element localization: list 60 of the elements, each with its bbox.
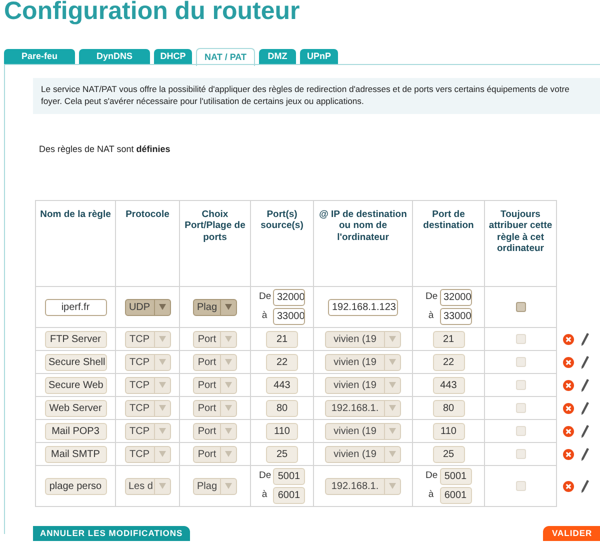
- column-header: Port(s) source(s): [260, 209, 304, 232]
- field-label: à: [427, 309, 435, 324]
- column-header: Toujours attribuer cette règle à cet ordinateur: [488, 209, 552, 254]
- field-label: à: [260, 488, 268, 502]
- caret-icon[interactable]: [225, 359, 232, 365]
- caret-icon[interactable]: [158, 336, 166, 342]
- field-label: De: [259, 469, 270, 484]
- field-label: à: [427, 488, 435, 502]
- status-text: Des règles de NAT sont définies: [39, 143, 170, 156]
- pencil-icon[interactable]: [581, 378, 589, 392]
- field-label: De: [259, 290, 270, 304]
- delete-icon[interactable]: [563, 380, 574, 390]
- delete-icon[interactable]: [563, 402, 574, 414]
- caret-icon[interactable]: [225, 382, 232, 388]
- column-header: Protocole: [126, 209, 170, 220]
- caret-icon[interactable]: [389, 359, 396, 365]
- dropdown[interactable]: Plag: [193, 298, 237, 316]
- caret-icon[interactable]: [389, 382, 396, 388]
- info-panel: Le service NAT/PAT vous offre la possibilité d'appliquer des règles de redirection d'adresses et de ports vers certains équipements de votre foyer. Cela peut s'avérer nécessaire pour l'utilisation de certains jeux ou applications.: [33, 78, 600, 114]
- pencil-icon[interactable]: [581, 356, 589, 368]
- caret-icon[interactable]: [225, 428, 232, 434]
- caret-icon[interactable]: [225, 451, 232, 457]
- caret-icon[interactable]: [158, 405, 166, 411]
- checkbox[interactable]: [516, 302, 526, 312]
- caret-icon[interactable]: [158, 483, 166, 489]
- pencil-icon[interactable]: [581, 332, 589, 346]
- caret-icon[interactable]: [158, 359, 166, 365]
- pencil-icon[interactable]: [581, 480, 589, 492]
- caret-icon[interactable]: [389, 428, 396, 434]
- caret-icon[interactable]: [389, 405, 396, 411]
- caret-icon[interactable]: [225, 483, 232, 489]
- delete-icon[interactable]: [563, 480, 574, 492]
- caret-icon[interactable]: [389, 451, 396, 457]
- pencil-icon[interactable]: [581, 424, 589, 438]
- column-header: Port de destination: [423, 209, 474, 232]
- caret-icon[interactable]: [158, 382, 166, 388]
- caret-icon[interactable]: [158, 428, 166, 434]
- caret-icon[interactable]: [389, 483, 396, 489]
- caret-icon[interactable]: [225, 405, 232, 411]
- field-label: De: [426, 290, 436, 304]
- caret-icon[interactable]: [158, 451, 166, 457]
- pencil-icon[interactable]: [581, 402, 589, 414]
- delete-icon[interactable]: [563, 448, 574, 460]
- caret-icon[interactable]: [225, 336, 232, 342]
- delete-icon[interactable]: [563, 426, 574, 436]
- caret-icon[interactable]: [225, 304, 232, 310]
- column-header: @ IP de destination ou nom de l'ordinateur: [319, 209, 407, 243]
- caret-icon[interactable]: [389, 336, 396, 342]
- input-field[interactable]: 192.168.1.123: [328, 298, 398, 316]
- delete-icon[interactable]: [563, 356, 574, 368]
- delete-icon[interactable]: [563, 334, 574, 344]
- field-label: De: [426, 469, 436, 484]
- dropdown[interactable]: UDP: [124, 298, 170, 316]
- column-header: Choix Port/Plage de ports: [184, 209, 246, 243]
- caret-icon[interactable]: [158, 304, 166, 310]
- page-title: Configuration du routeur: [4, 0, 300, 26]
- pencil-icon[interactable]: [581, 448, 589, 460]
- column-header: Nom de la règle: [40, 209, 111, 220]
- input-field[interactable]: iperf.fr: [44, 298, 106, 316]
- field-label: à: [260, 309, 268, 324]
